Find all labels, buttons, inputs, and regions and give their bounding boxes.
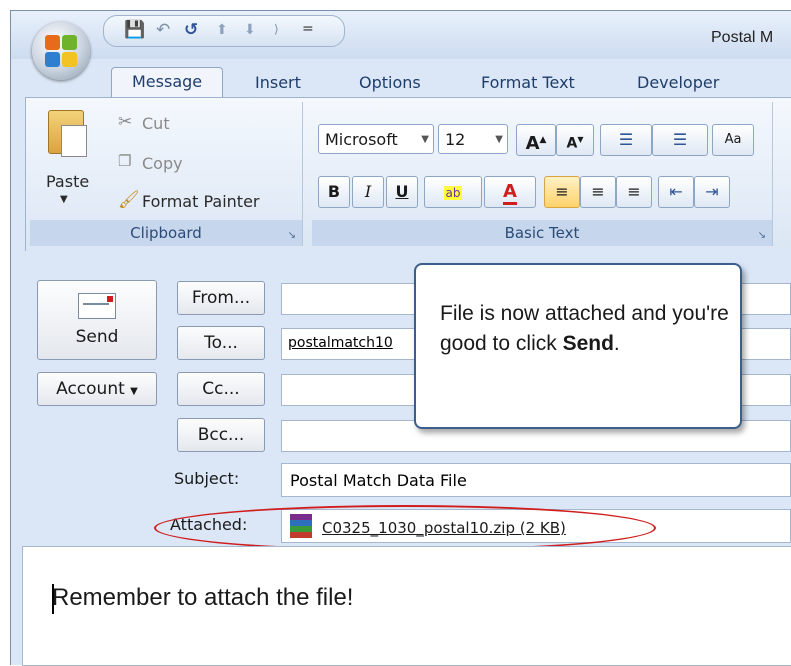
styles-button[interactable]: Aa [712, 124, 754, 156]
dialog-launcher-icon[interactable]: ↘ [758, 230, 766, 241]
paste-dropdown-icon[interactable]: ▼ [60, 194, 68, 205]
account-button[interactable]: Account ▼ [37, 372, 157, 406]
paste-button[interactable]: Paste [46, 172, 89, 191]
undo-icon[interactable]: ↶ [156, 20, 170, 40]
save-icon[interactable]: 💾 [124, 20, 145, 40]
format-painter-button[interactable]: Format Painter [142, 192, 259, 211]
tab-options[interactable]: Options [359, 73, 421, 92]
callout-period: . [613, 332, 620, 355]
window-title: Postal M [711, 29, 774, 46]
office-button[interactable] [32, 22, 90, 80]
numbering-button[interactable]: ☰ [652, 124, 708, 156]
bold-button[interactable]: B [318, 176, 350, 208]
to-button[interactable]: To... [177, 326, 265, 360]
to-recipient[interactable]: postalmatch10 [288, 335, 393, 351]
cut-button[interactable]: Cut [142, 114, 170, 133]
callout-text: File is now attached and you're good to … [440, 299, 730, 359]
bullets-icon: ☰ [618, 130, 634, 149]
cut-icon: ✂ [118, 112, 133, 132]
office-logo-icon [45, 35, 77, 67]
from-button[interactable]: From... [177, 281, 265, 315]
chevron-down-icon: ▼ [421, 134, 429, 145]
clipboard-group-label: Clipboard [30, 220, 302, 246]
increase-indent-button[interactable]: ⇥ [694, 176, 730, 208]
copy-button[interactable]: Copy [142, 154, 183, 173]
tab-developer[interactable]: Developer [637, 73, 719, 92]
subject-value: Postal Match Data File [290, 471, 467, 490]
align-center-icon: ≡ [591, 182, 605, 201]
font-name-value: Microsoft [325, 130, 398, 149]
highlighter-icon: ab [443, 186, 463, 200]
ribbon: Paste ▼ ✂ Cut ❐ Copy 🖌 Format Painter Cl… [25, 97, 791, 253]
up-arrow-icon[interactable]: ⬆ [216, 22, 228, 38]
down-arrow-icon[interactable]: ⬇ [244, 22, 256, 38]
grow-font-icon: A [525, 133, 540, 154]
message-body-text: Remember to attach the file! [52, 584, 354, 611]
basic-text-group: Microsoft ▼ 12 ▼ A▲ A▼ ☰ ☰ Aa B I U ab A… [312, 102, 773, 246]
send-button[interactable]: Send [37, 280, 157, 360]
styles-icon: Aa [724, 132, 742, 147]
shrink-font-icon: A [566, 135, 578, 152]
font-name-select[interactable]: Microsoft ▼ [318, 124, 434, 154]
customize-qat-button[interactable]: = [302, 21, 314, 37]
shrink-font-button[interactable]: A▼ [556, 124, 594, 156]
chevron-down-icon: ▼ [495, 134, 503, 145]
basic-text-group-label: Basic Text [312, 220, 772, 246]
dialog-launcher-icon[interactable]: ↘ [288, 230, 296, 241]
paste-icon[interactable] [48, 110, 87, 157]
ribbon-tabs: Message Insert Options Format Text Devel… [11, 59, 791, 97]
tab-insert[interactable]: Insert [255, 73, 301, 92]
font-color-button[interactable]: A [484, 176, 536, 208]
italic-button[interactable]: I [352, 176, 384, 208]
decrease-indent-icon: ⇤ [669, 182, 683, 201]
quick-access-toolbar: 💾 ↶ ↺ ⬆ ⬇ ⟩ = [103, 15, 345, 47]
chevron-icon: ⟩ [274, 22, 279, 36]
highlight-button[interactable]: ab [424, 176, 482, 208]
align-left-icon: ≡ [555, 182, 569, 201]
align-right-button[interactable]: ≡ [616, 176, 652, 208]
tab-message[interactable]: Message [111, 67, 224, 97]
bcc-button[interactable]: Bcc... [177, 418, 265, 452]
underline-button[interactable]: U [386, 176, 418, 208]
grow-font-button[interactable]: A▲ [516, 124, 556, 156]
instruction-callout: File is now attached and you're good to … [414, 263, 742, 429]
font-size-select[interactable]: 12 ▼ [438, 124, 508, 154]
increase-indent-icon: ⇥ [705, 182, 719, 201]
tab-format-text[interactable]: Format Text [481, 73, 575, 92]
font-color-icon: A [503, 181, 517, 205]
format-painter-icon: 🖌 [118, 190, 140, 210]
subject-label: Subject: [174, 469, 240, 488]
copy-icon: ❐ [118, 152, 132, 170]
send-label: Send [75, 327, 119, 347]
decrease-indent-button[interactable]: ⇤ [658, 176, 694, 208]
subject-field[interactable]: Postal Match Data File [281, 463, 791, 497]
highlight-ellipse [154, 505, 656, 551]
align-right-icon: ≡ [627, 182, 641, 201]
bullets-button[interactable]: ☰ [600, 124, 652, 156]
numbering-icon: ☰ [672, 130, 688, 149]
chevron-down-icon: ▼ [130, 386, 138, 397]
align-left-button[interactable]: ≡ [544, 176, 580, 208]
align-center-button[interactable]: ≡ [580, 176, 616, 208]
redo-icon[interactable]: ↺ [184, 20, 198, 40]
title-bar: 💾 ↶ ↺ ⬆ ⬇ ⟩ = Postal M [11, 11, 791, 59]
account-label: Account [56, 379, 125, 399]
callout-bold-word: Send [562, 332, 614, 355]
envelope-icon [78, 293, 116, 319]
font-size-value: 12 [445, 130, 466, 149]
cc-button[interactable]: Cc... [177, 372, 265, 406]
clipboard-group: Paste ▼ ✂ Cut ❐ Copy 🖌 Format Painter Cl… [30, 102, 303, 246]
